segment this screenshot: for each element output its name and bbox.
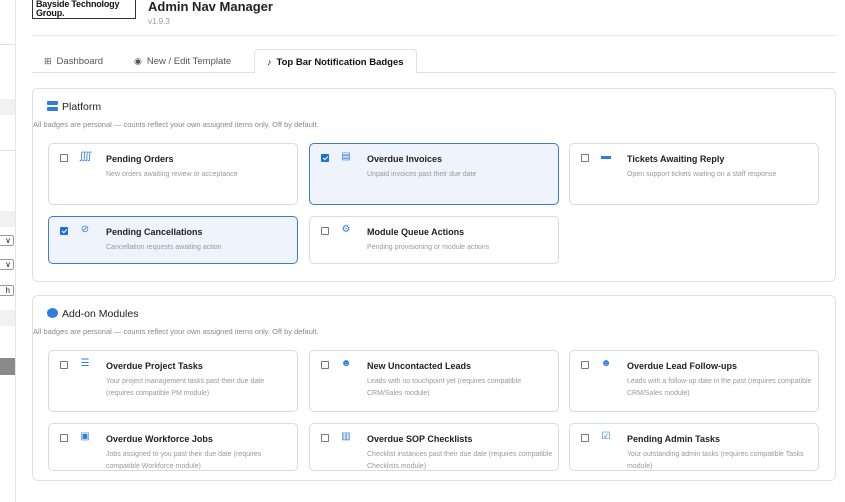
- badge-card-overdue-invoices[interactable]: ▤ Overdue Invoices Unpaid invoices past …: [309, 143, 559, 205]
- badge-checkbox[interactable]: [321, 154, 329, 162]
- badge-title: Overdue Lead Follow-ups: [627, 361, 738, 371]
- badge-title: Tickets Awaiting Reply: [627, 154, 725, 164]
- page-title: Admin Nav Manager: [148, 0, 273, 14]
- section-title-text: Platform: [62, 101, 102, 113]
- badge-card-pending-admin-tasks[interactable]: ☑ Pending Admin Tasks Your outstanding a…: [569, 423, 819, 471]
- sidebar-section-header: [0, 211, 15, 227]
- badge-description: Your outstanding admin tasks (requires c…: [627, 451, 804, 470]
- badge-checkbox[interactable]: [321, 434, 329, 442]
- logo-line-2: Group.: [36, 7, 65, 18]
- badge-card-overdue-lead-follow-ups[interactable]: ☻ Overdue Lead Follow-ups Leads with a f…: [569, 350, 819, 412]
- badge-title: Pending Cancellations: [106, 227, 203, 237]
- cart-icon: ⨌: [79, 151, 93, 162]
- tab-label: Dashboard: [56, 56, 104, 67]
- tab-top-bar-notification-badges[interactable]: ♪ Top Bar Notification Badges: [254, 49, 417, 74]
- bell-icon: ♪: [267, 57, 272, 67]
- cube-icon: [47, 308, 58, 318]
- section-description: All badges are personal — counts reflect…: [33, 120, 319, 129]
- badge-title: Overdue Workforce Jobs: [106, 434, 213, 444]
- badge-checkbox[interactable]: [60, 434, 68, 442]
- badge-card-pending-orders[interactable]: ⨌ Pending Orders New orders awaiting rev…: [48, 143, 298, 205]
- company-logo: Bayside Technology Group.: [32, 0, 136, 19]
- section-add-on-modules: Add-on Modules All badges are personal —…: [32, 295, 836, 481]
- cogs-icon: ⚙: [341, 224, 351, 235]
- sidebar-section-header: [0, 310, 15, 326]
- badge-checkbox[interactable]: [321, 361, 329, 369]
- section-title: Add-on Modules: [47, 308, 138, 320]
- badge-title: New Uncontacted Leads: [367, 361, 472, 371]
- version-label: v1.9.3: [148, 17, 170, 26]
- badge-checkbox[interactable]: [60, 361, 68, 369]
- badge-description: Cancellation requests awaiting action: [106, 244, 222, 251]
- sidebar-divider: [0, 44, 15, 45]
- user-plus-icon: ☻: [340, 358, 352, 369]
- badge-card-new-uncontacted-leads[interactable]: ☻ New Uncontacted Leads Leads with no to…: [309, 350, 559, 412]
- badge-description: Jobs assigned to you past their due date…: [106, 451, 262, 470]
- sidebar-select-2[interactable]: ∨: [0, 259, 14, 270]
- badge-title: Module Queue Actions: [367, 227, 465, 237]
- sidebar-button[interactable]: h: [0, 285, 14, 296]
- badge-title: Overdue Project Tasks: [106, 361, 203, 371]
- badge-checkbox[interactable]: [581, 361, 589, 369]
- ticket-icon: ▬: [601, 151, 611, 162]
- badge-checkbox[interactable]: [321, 227, 329, 235]
- badge-checkbox[interactable]: [60, 154, 68, 162]
- badge-checkbox[interactable]: [60, 227, 68, 235]
- badge-card-pending-cancellations[interactable]: ⊘ Pending Cancellations Cancellation req…: [48, 216, 298, 264]
- section-platform: Platform All badges are personal — count…: [32, 88, 836, 282]
- badge-card-tickets-awaiting-reply[interactable]: ▬ Tickets Awaiting Reply Open support ti…: [569, 143, 819, 205]
- badge-description: Unpaid invoices past their due date: [367, 171, 477, 178]
- section-title-text: Add-on Modules: [62, 308, 139, 320]
- badge-checkbox[interactable]: [581, 434, 589, 442]
- page-header: Bayside Technology Group. Admin Nav Mana…: [32, 0, 836, 36]
- tab-label: New / Edit Template: [146, 56, 232, 67]
- sidebar-divider: [0, 150, 15, 151]
- clipboard-icon: ▥: [341, 431, 351, 442]
- left-sidebar: ∨ ∨ h: [0, 0, 16, 502]
- badge-title: Overdue SOP Checklists: [367, 434, 473, 444]
- tab-dashboard[interactable]: ⊞ Dashboard: [32, 49, 115, 73]
- tab-bar: ⊞ Dashboard ◉ New / Edit Template ♪ Top Bar…: [32, 49, 836, 74]
- badge-description: New orders awaiting review or acceptance: [106, 171, 238, 178]
- badge-description: Pending provisioning or module actions: [367, 244, 490, 251]
- badge-title: Pending Orders: [106, 154, 174, 164]
- check-square-icon: ☑: [601, 431, 611, 442]
- sidebar-select-1[interactable]: ∨: [0, 235, 14, 246]
- badge-card-overdue-project-tasks[interactable]: ☰ Overdue Project Tasks Your project man…: [48, 350, 298, 412]
- tab-new-edit-template[interactable]: ◉ New / Edit Template: [122, 49, 243, 73]
- badge-card-overdue-sop-checklists[interactable]: ▥ Overdue SOP Checklists Checklist insta…: [309, 423, 559, 471]
- badge-description: Checklist instances past their due date …: [367, 451, 553, 470]
- badge-title: Pending Admin Tasks: [627, 434, 721, 444]
- tab-label: Top Bar Notification Badges: [276, 57, 404, 68]
- grid-icon: ⊞: [44, 56, 52, 66]
- badge-title: Overdue Invoices: [367, 154, 443, 164]
- section-description: All badges are personal — counts reflect…: [33, 327, 319, 336]
- ban-icon: ⊘: [80, 224, 90, 235]
- badge-description: Your project management tasks past their…: [106, 378, 265, 397]
- briefcase-icon: ▣: [80, 431, 90, 442]
- badge-checkbox[interactable]: [581, 154, 589, 162]
- sidebar-section-header: [0, 99, 15, 115]
- database-icon: ◉: [134, 56, 142, 66]
- section-title: Platform: [47, 101, 101, 113]
- user-clock-icon: ☻: [600, 358, 612, 369]
- badge-description: Leads with no touchpoint yet (requires c…: [367, 378, 522, 397]
- badge-card-module-queue-actions[interactable]: ⚙ Module Queue Actions Pending provision…: [309, 216, 559, 264]
- badge-card-overdue-workforce-jobs[interactable]: ▣ Overdue Workforce Jobs Jobs assigned t…: [48, 423, 298, 471]
- bars-icon: [47, 101, 58, 111]
- badge-description: Open support tickets waiting on a staff …: [627, 171, 777, 178]
- sidebar-active-item[interactable]: [0, 358, 15, 375]
- task-list-icon: ☰: [80, 358, 90, 369]
- badge-description: Leads with a follow-up date in the past …: [627, 378, 812, 397]
- invoice-icon: ▤: [341, 151, 351, 162]
